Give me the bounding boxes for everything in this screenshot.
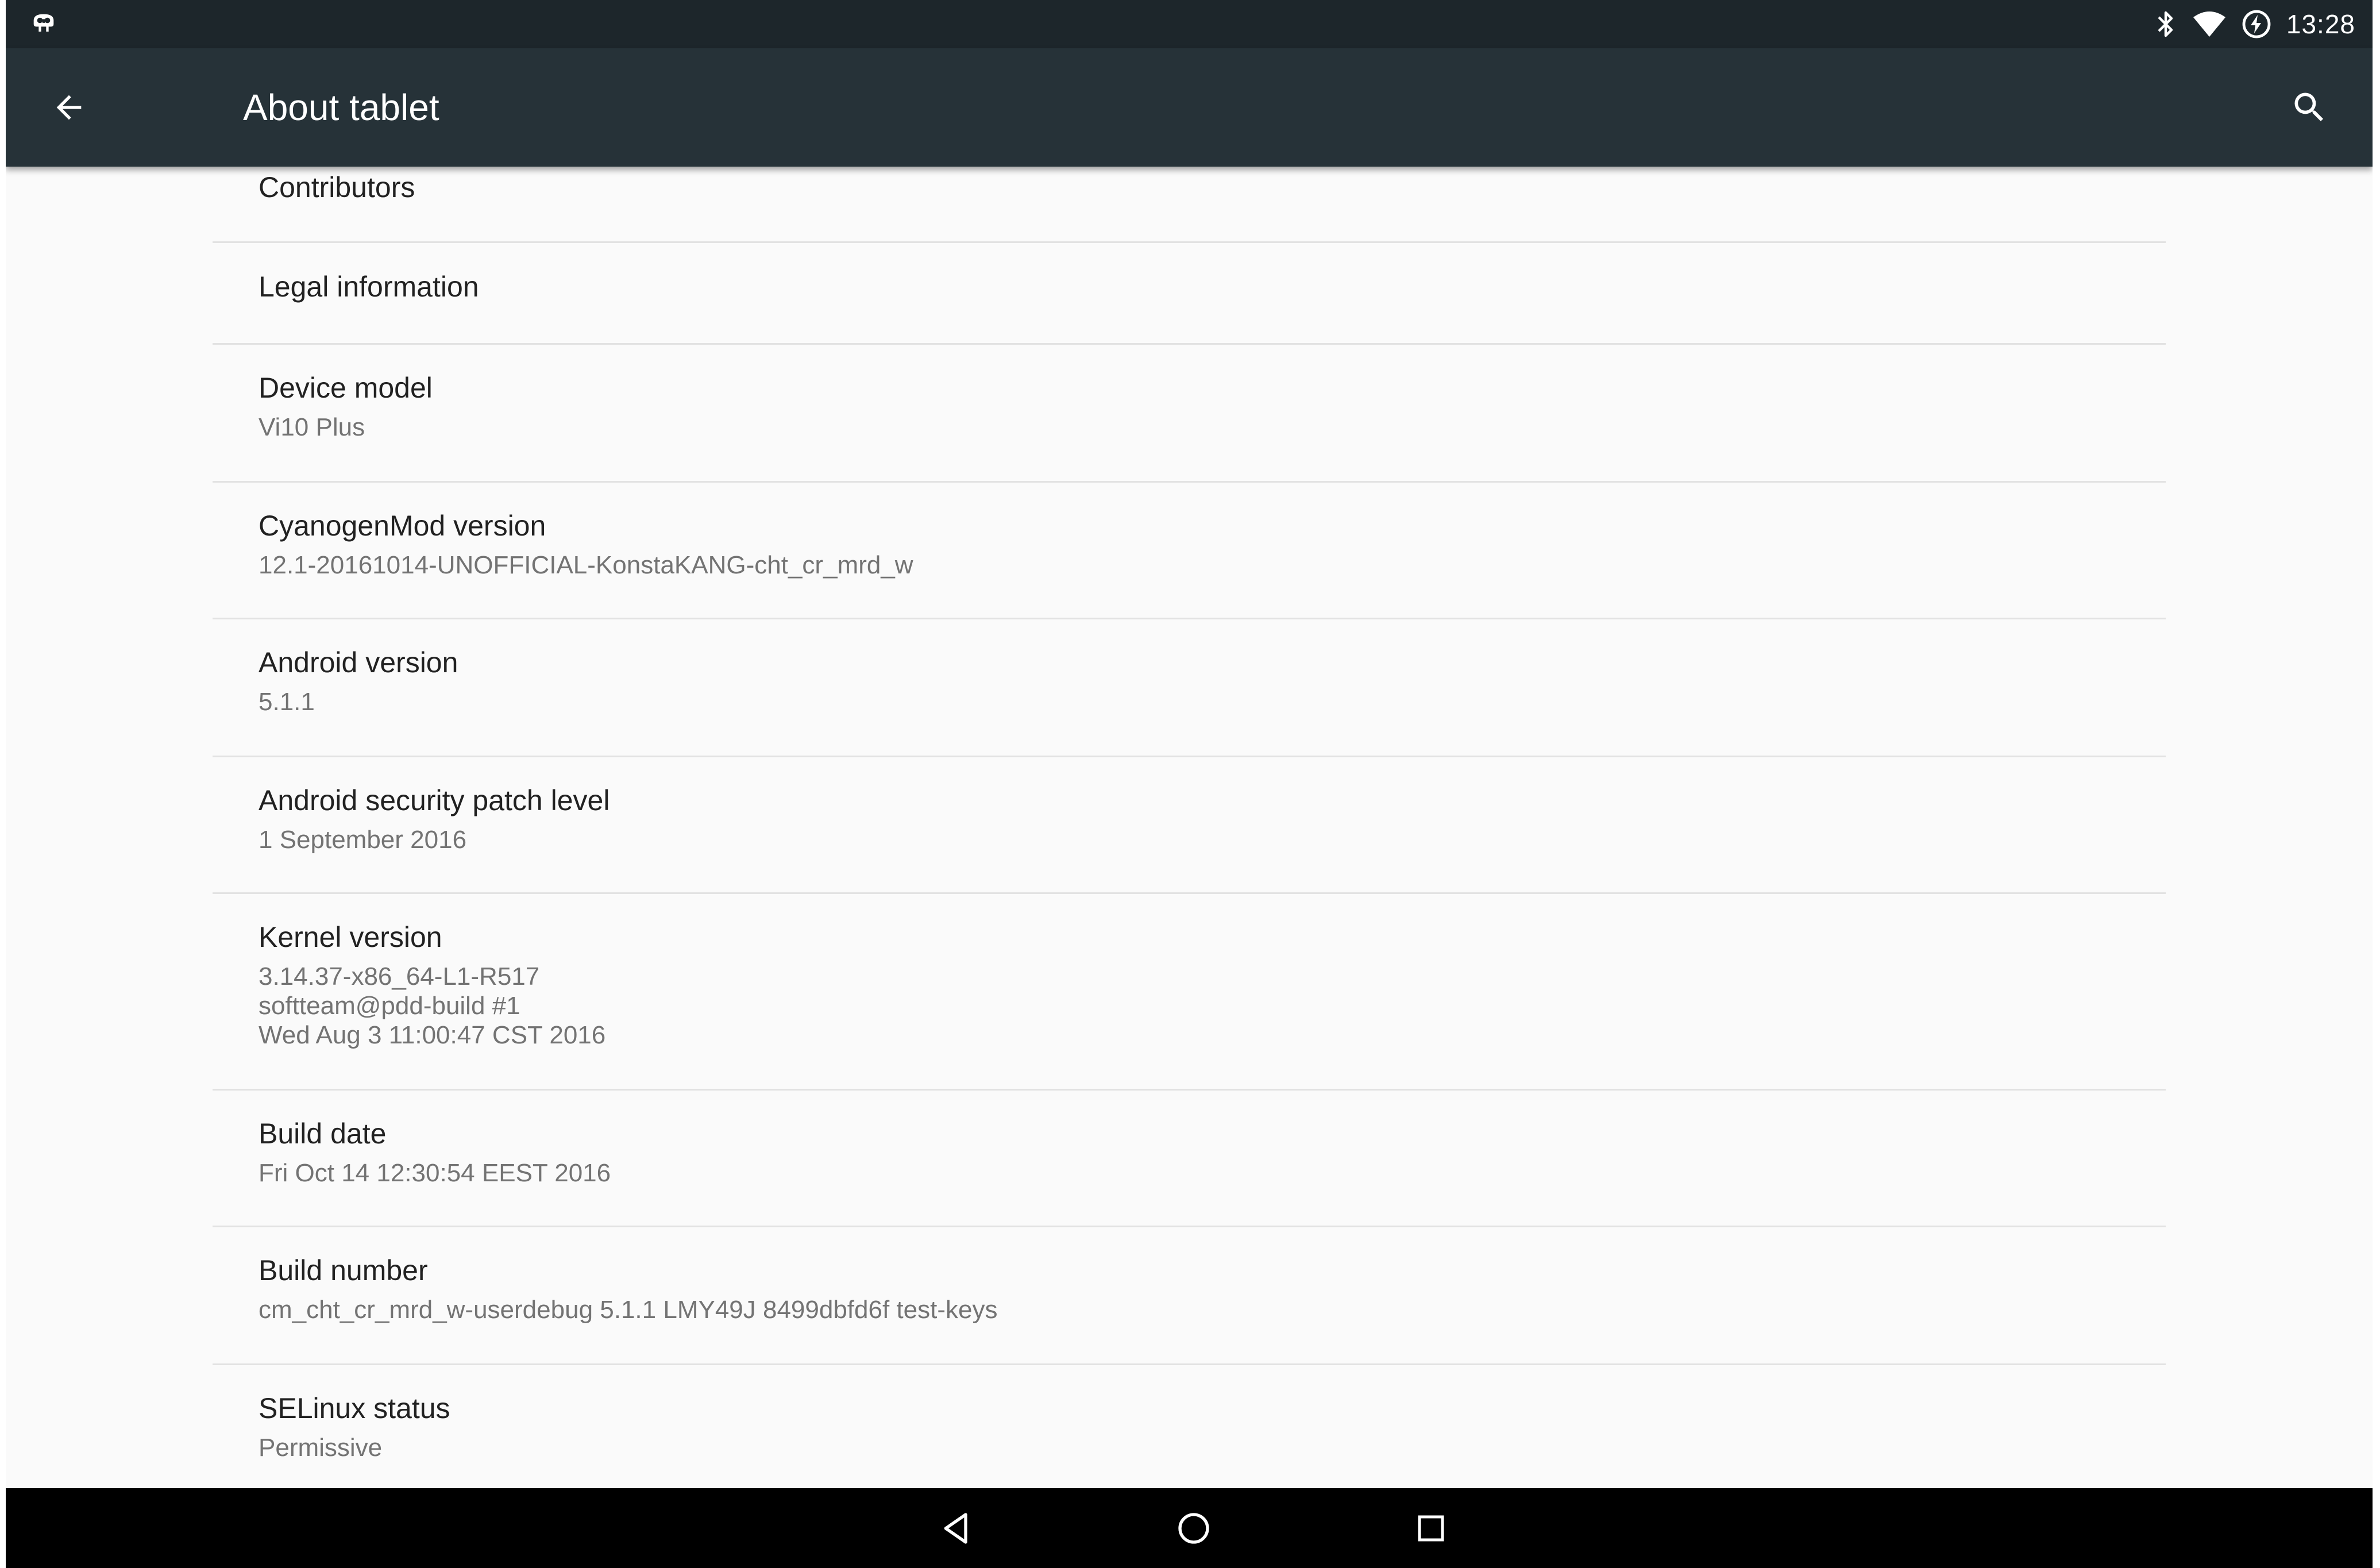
- status-bar: 13:28: [6, 0, 2373, 48]
- recents-square-icon: [1418, 1515, 1444, 1542]
- item-title: Android security patch level: [259, 784, 610, 816]
- item-title: SELinux status: [259, 1392, 450, 1424]
- list-item-build-number[interactable]: Build number cm_cht_cr_mrd_w-userdebug 5…: [213, 1227, 2166, 1365]
- back-button[interactable]: [40, 79, 98, 136]
- nav-home-button[interactable]: [1165, 1500, 1222, 1557]
- list-item-contributors[interactable]: Contributors: [213, 167, 2166, 243]
- item-summary: Permissive: [259, 1434, 383, 1462]
- item-title: Android version: [259, 646, 458, 679]
- about-list: Contributors Legal information Device mo…: [6, 167, 2373, 1488]
- navigation-bar: [6, 1488, 2373, 1568]
- list-item-selinux-status[interactable]: SELinux status Permissive: [213, 1365, 2166, 1488]
- item-title: Device model: [259, 372, 433, 404]
- screen: 13:28 About tablet Contributors Legal in…: [6, 0, 2373, 1568]
- list-item-cyanogenmod-version[interactable]: CyanogenMod version 12.1-20161014-UNOFFI…: [213, 483, 2166, 619]
- nav-recents-button[interactable]: [1402, 1500, 1460, 1557]
- battery-charging-icon: [2242, 10, 2271, 38]
- nav-back-button[interactable]: [928, 1500, 985, 1557]
- status-time: 13:28: [2286, 9, 2355, 39]
- item-title: Contributors: [259, 171, 415, 203]
- list-item-security-patch-level[interactable]: Android security patch level 1 September…: [213, 757, 2166, 894]
- back-triangle-icon: [944, 1513, 967, 1544]
- item-summary: 1 September 2016: [259, 826, 467, 854]
- list-item-device-model[interactable]: Device model Vi10 Plus: [213, 345, 2166, 483]
- list-item-legal-information[interactable]: Legal information: [213, 243, 2166, 345]
- search-button[interactable]: [2281, 79, 2338, 136]
- item-summary: 5.1.1: [259, 688, 315, 716]
- app-bar: About tablet: [6, 48, 2373, 167]
- item-summary: Vi10 Plus: [259, 413, 365, 441]
- list-item-build-date[interactable]: Build date Fri Oct 14 12:30:54 EEST 2016: [213, 1091, 2166, 1227]
- item-summary: 12.1-20161014-UNOFFICIAL-KonstaKANG-cht_…: [259, 551, 913, 579]
- wifi-icon: [2193, 11, 2225, 37]
- arrow-back-icon: [56, 95, 82, 120]
- item-title: CyanogenMod version: [259, 510, 546, 542]
- item-summary: 3.14.37-x86_64-L1-R517 softteam@pdd-buil…: [259, 962, 606, 1049]
- cyanogenmod-icon: [33, 14, 54, 32]
- item-summary: cm_cht_cr_mrd_w-userdebug 5.1.1 LMY49J 8…: [259, 1296, 998, 1324]
- item-title: Kernel version: [259, 921, 442, 953]
- item-title: Build number: [259, 1254, 428, 1286]
- item-summary: Fri Oct 14 12:30:54 EEST 2016: [259, 1159, 611, 1187]
- list-item-kernel-version[interactable]: Kernel version 3.14.37-x86_64-L1-R517 so…: [213, 894, 2166, 1091]
- list-item-android-version[interactable]: Android version 5.1.1: [213, 619, 2166, 757]
- item-title: Build date: [259, 1118, 387, 1150]
- bluetooth-icon: [2158, 11, 2173, 37]
- item-title: Legal information: [259, 271, 479, 303]
- search-icon: [2294, 93, 2324, 122]
- page-title: About tablet: [243, 87, 439, 128]
- home-circle-icon: [1178, 1513, 1209, 1544]
